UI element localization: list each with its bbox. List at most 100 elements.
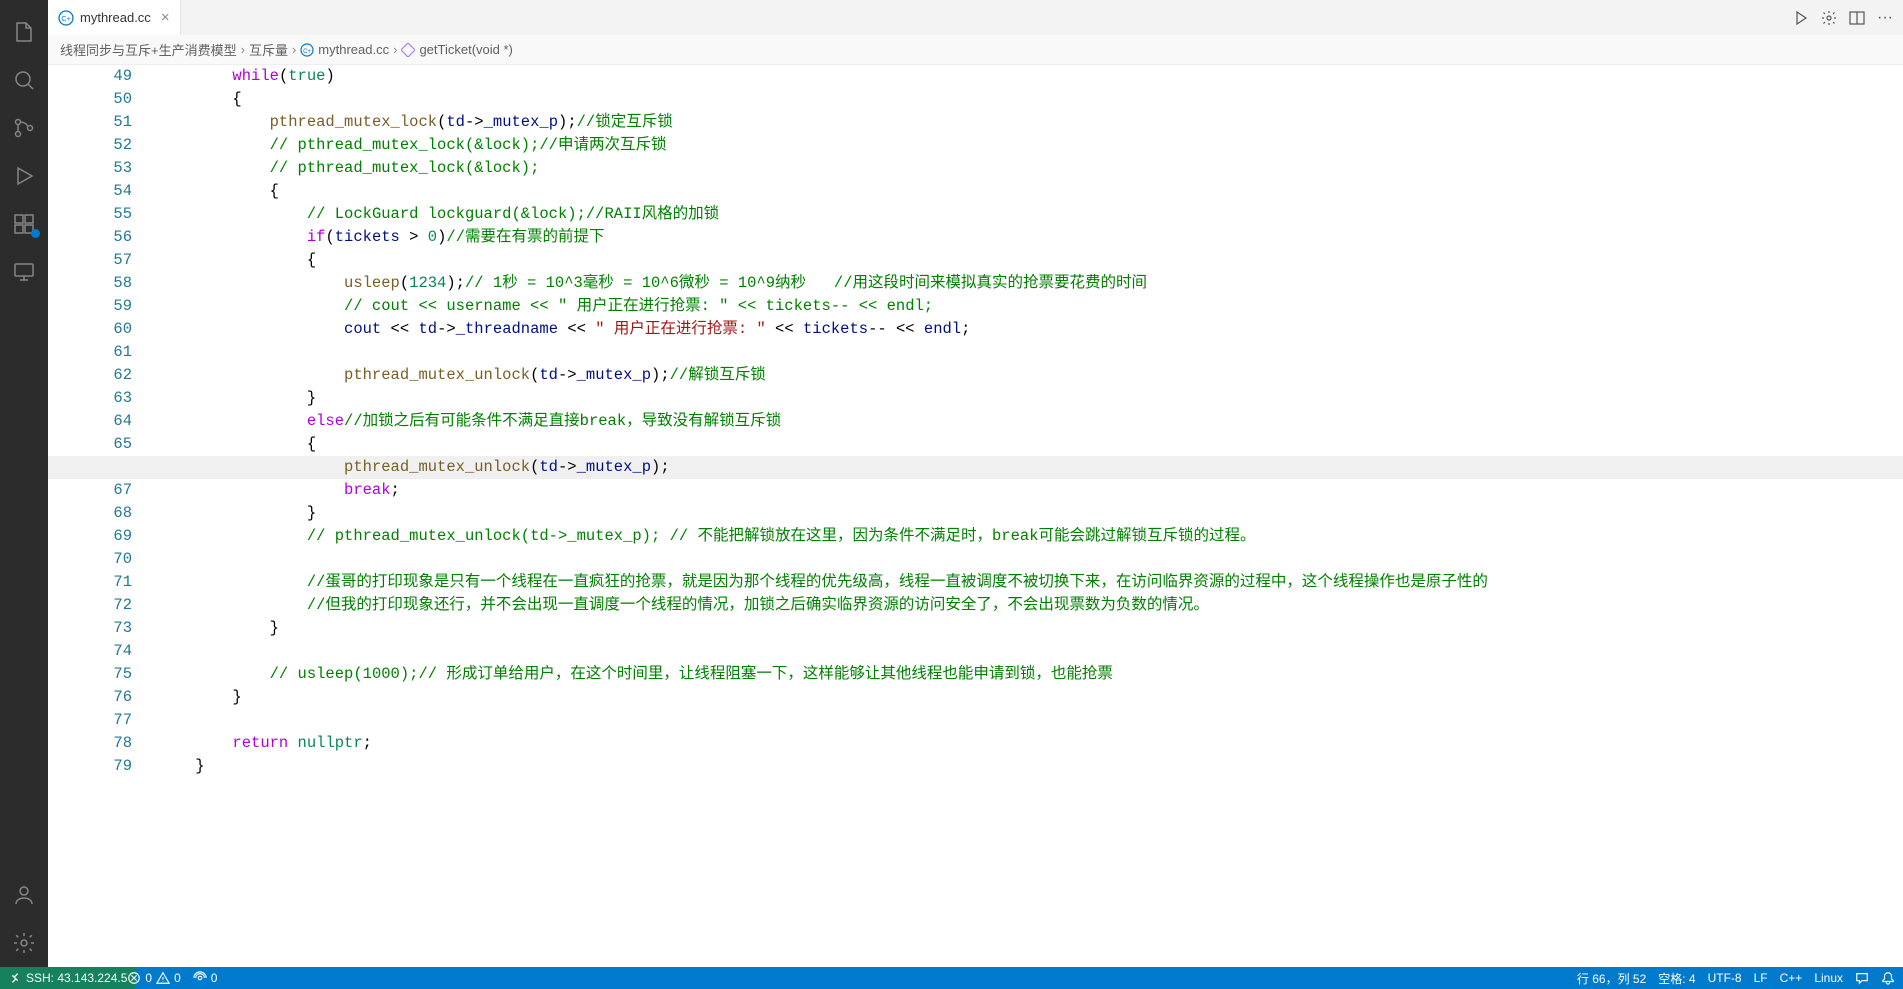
code-line[interactable]: // pthread_mutex_lock(&lock);//申请两次互斥锁 [158, 134, 1903, 157]
status-bar: SSH: 43.143.224.5 0 0 0 行 66，列 52 空格: 4 … [0, 967, 1903, 989]
line-number: 49 [48, 65, 132, 88]
code-line[interactable]: } [158, 755, 1903, 778]
line-number: 69 [48, 525, 132, 548]
chevron-right-icon: › [292, 42, 296, 57]
line-number: 53 [48, 157, 132, 180]
breadcrumb-symbol[interactable]: getTicket(void *) [401, 42, 512, 57]
cpp-file-icon: C+ [300, 43, 314, 57]
line-number: 73 [48, 617, 132, 640]
line-number: 57 [48, 249, 132, 272]
toolbar-settings-icon[interactable] [1821, 10, 1837, 26]
code-line[interactable]: pthread_mutex_unlock(td->_mutex_p);//解锁互… [158, 364, 1903, 387]
tabs-bar: C+ mythread.cc × ··· [48, 0, 1903, 35]
breadcrumb: 线程同步与互斥+生产消费模型 › 互斥量 › C+ mythread.cc › … [48, 35, 1903, 65]
code-line[interactable]: } [158, 387, 1903, 410]
line-number: 51 [48, 111, 132, 134]
code-line[interactable]: while(true) [158, 65, 1903, 88]
code-line[interactable]: } [158, 686, 1903, 709]
code-line[interactable]: { [158, 433, 1903, 456]
line-number: 67 [48, 479, 132, 502]
code-line[interactable] [158, 640, 1903, 663]
line-number: 56 [48, 226, 132, 249]
activity-bar [0, 0, 48, 967]
code-line[interactable]: break; [158, 479, 1903, 502]
status-os[interactable]: Linux [1814, 971, 1843, 985]
line-number: 70 [48, 548, 132, 571]
code-line[interactable] [158, 548, 1903, 571]
code-line[interactable]: // cout << username << " 用户正在进行抢票: " << … [158, 295, 1903, 318]
code-line[interactable]: // pthread_mutex_unlock(td->_mutex_p); /… [158, 525, 1903, 548]
editor-gutter: 4950515253545556575859606162636465666768… [48, 65, 158, 967]
svg-text:C+: C+ [303, 49, 311, 55]
status-ports[interactable]: 0 [193, 971, 218, 985]
account-icon[interactable] [0, 871, 48, 919]
status-remote[interactable]: SSH: 43.143.224.5 [0, 967, 135, 989]
line-number: 72 [48, 594, 132, 617]
line-number: 77 [48, 709, 132, 732]
status-language[interactable]: C++ [1780, 971, 1803, 985]
code-line[interactable]: } [158, 617, 1903, 640]
split-editor-icon[interactable] [1849, 10, 1865, 26]
breadcrumb-folder-0[interactable]: 线程同步与互斥+生产消费模型 [60, 40, 237, 59]
svg-text:C+: C+ [61, 16, 70, 23]
breadcrumb-file[interactable]: C+ mythread.cc [300, 42, 389, 57]
line-number: 62 [48, 364, 132, 387]
line-number: 75 [48, 663, 132, 686]
line-number: 50 [48, 88, 132, 111]
status-encoding[interactable]: UTF-8 [1708, 971, 1742, 985]
settings-icon[interactable] [0, 919, 48, 967]
breadcrumb-folder-1[interactable]: 互斥量 [249, 40, 288, 59]
method-icon [401, 43, 415, 57]
code-line[interactable]: //蛋哥的打印现象是只有一个线程在一直疯狂的抢票，就是因为那个线程的优先级高，线… [158, 571, 1903, 594]
code-line[interactable]: } [158, 502, 1903, 525]
line-number: 64 [48, 410, 132, 433]
chevron-right-icon: › [393, 42, 397, 57]
run-debug-icon[interactable] [0, 152, 48, 200]
code-line[interactable]: // usleep(1000);// 形成订单给用户，在这个时间里，让线程阻塞一… [158, 663, 1903, 686]
remote-explorer-icon[interactable] [0, 248, 48, 296]
line-number: 71 [48, 571, 132, 594]
editor[interactable]: 4950515253545556575859606162636465666768… [48, 65, 1903, 967]
extensions-icon[interactable] [0, 200, 48, 248]
code-line[interactable]: // LockGuard lockguard(&lock);//RAII风格的加… [158, 203, 1903, 226]
line-number: 63 [48, 387, 132, 410]
line-number: 61 [48, 341, 132, 364]
run-file-button[interactable] [1793, 10, 1809, 26]
line-number: 74 [48, 640, 132, 663]
line-number: 59 [48, 295, 132, 318]
line-number: 76 [48, 686, 132, 709]
line-number: 52 [48, 134, 132, 157]
code-line[interactable]: { [158, 180, 1903, 203]
code-line[interactable]: { [158, 249, 1903, 272]
code-line[interactable]: // pthread_mutex_lock(&lock); [158, 157, 1903, 180]
status-bell-icon[interactable] [1881, 971, 1895, 985]
status-problems[interactable]: 0 0 [127, 971, 180, 985]
status-spaces[interactable]: 空格: 4 [1658, 970, 1695, 987]
more-actions-icon[interactable]: ··· [1877, 9, 1893, 27]
code-line[interactable]: { [158, 88, 1903, 111]
cpp-file-icon: C+ [58, 10, 74, 26]
code-line[interactable]: pthread_mutex_lock(td->_mutex_p);//锁定互斥锁 [158, 111, 1903, 134]
code-line[interactable] [158, 709, 1903, 732]
chevron-right-icon: › [241, 42, 245, 57]
code-line[interactable]: cout << td->_threadname << " 用户正在进行抢票: "… [158, 318, 1903, 341]
tab-mythread[interactable]: C+ mythread.cc × [48, 0, 181, 35]
explorer-icon[interactable] [0, 8, 48, 56]
search-icon[interactable] [0, 56, 48, 104]
code-line[interactable]: else//加锁之后有可能条件不满足直接break，导致没有解锁互斥锁 [158, 410, 1903, 433]
code-line[interactable] [158, 341, 1903, 364]
line-number: 79 [48, 755, 132, 778]
source-control-icon[interactable] [0, 104, 48, 152]
status-feedback-icon[interactable] [1855, 971, 1869, 985]
editor-code[interactable]: while(true) { pthread_mutex_lock(td->_mu… [158, 65, 1903, 967]
code-line[interactable]: if(tickets > 0)//需要在有票的前提下 [158, 226, 1903, 249]
line-number: 65 [48, 433, 132, 456]
status-eol[interactable]: LF [1754, 971, 1768, 985]
line-number: 78 [48, 732, 132, 755]
tab-label: mythread.cc [80, 10, 151, 25]
code-line[interactable]: return nullptr; [158, 732, 1903, 755]
status-cursor[interactable]: 行 66，列 52 [1577, 970, 1646, 987]
code-line[interactable]: usleep(1234);// 1秒 = 10^3毫秒 = 10^6微秒 = 1… [158, 272, 1903, 295]
code-line[interactable]: //但我的打印现象还行，并不会出现一直调度一个线程的情况，加锁之后确实临界资源的… [158, 594, 1903, 617]
tab-close-icon[interactable]: × [161, 9, 170, 26]
